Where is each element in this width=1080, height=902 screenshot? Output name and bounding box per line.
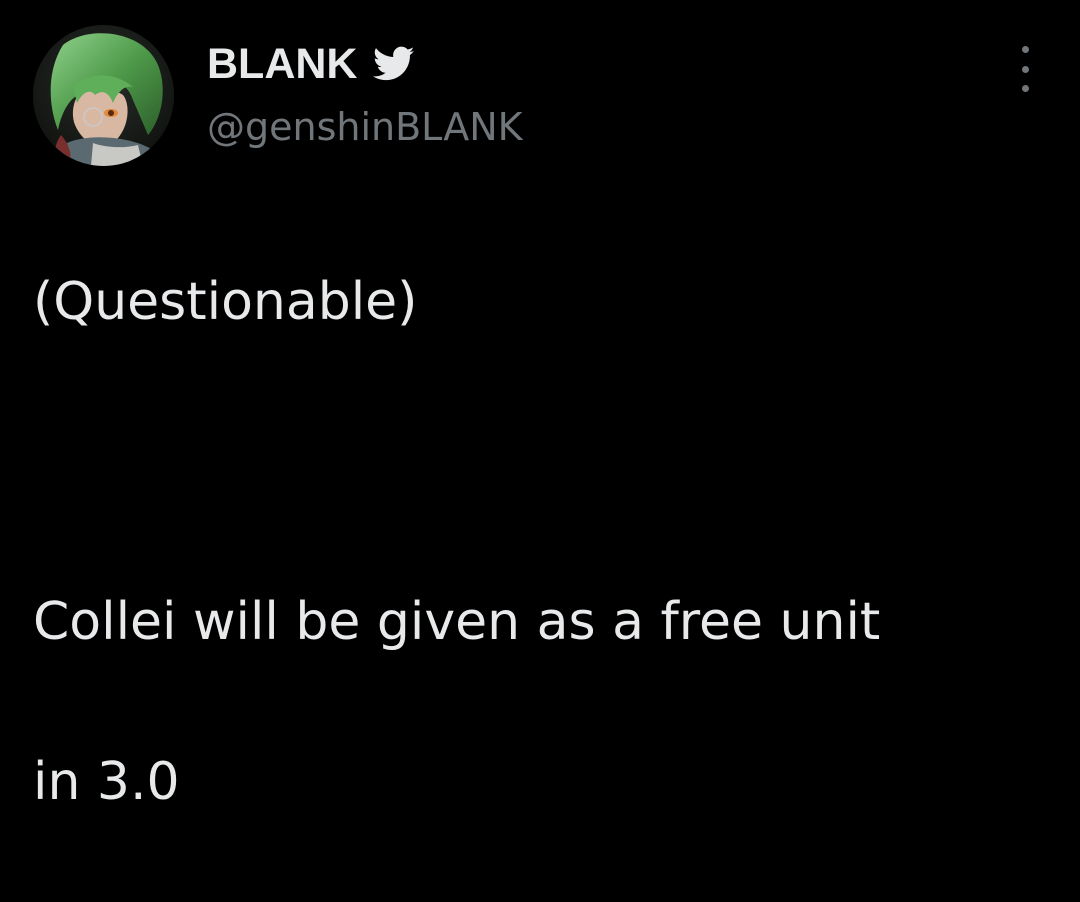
more-dot xyxy=(1021,46,1029,53)
avatar[interactable] xyxy=(33,25,174,166)
tweet-text-line: Collei will be given as a free unit xyxy=(33,592,881,652)
tweet-text-line: (Questionable) xyxy=(33,272,418,332)
tweet-text-line: in 3.0 xyxy=(33,752,180,812)
more-dot xyxy=(1021,65,1029,73)
twitter-bird-icon xyxy=(373,46,415,82)
more-dot xyxy=(1021,85,1029,92)
tweet-card: BLANK @genshinBLANK (Questionable) Colle… xyxy=(0,0,1080,812)
display-name[interactable]: BLANK xyxy=(207,40,357,89)
display-name-row: BLANK xyxy=(207,38,415,90)
more-options-icon[interactable] xyxy=(1010,46,1040,92)
tweet-text: (Questionable) Collei will be given as a… xyxy=(33,182,1053,902)
tweet-text-line xyxy=(33,422,1053,502)
user-handle[interactable]: @genshinBLANK xyxy=(207,105,523,149)
avatar-image xyxy=(33,25,174,166)
